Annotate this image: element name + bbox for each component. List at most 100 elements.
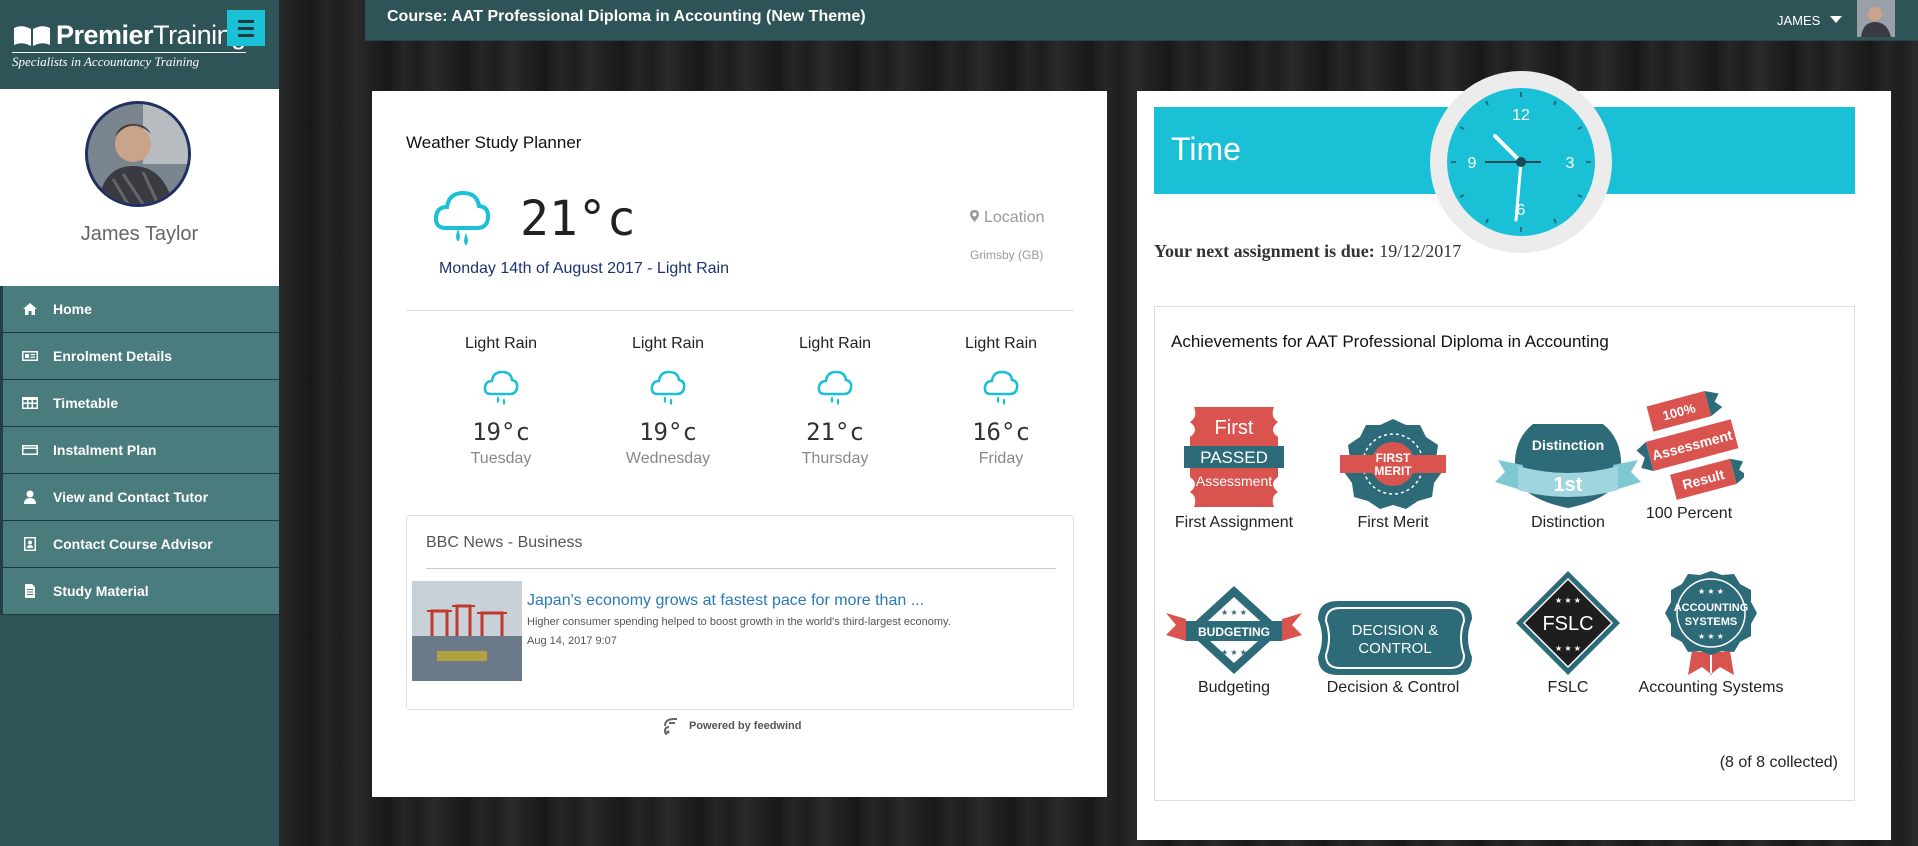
profile-name: James Taylor bbox=[80, 223, 199, 245]
id-card-icon bbox=[21, 349, 39, 363]
news-widget: BBC News - Business Japan's economy grow… bbox=[406, 515, 1074, 710]
badge-art-text: SYSTEMS bbox=[1685, 616, 1738, 628]
document-icon bbox=[21, 584, 39, 598]
badge-100-percent[interactable]: 100% Assessment Result 100 Percent bbox=[1614, 385, 1764, 523]
forecast-condition: Light Rain bbox=[631, 335, 705, 352]
forecast-condition: Light Rain bbox=[464, 335, 538, 352]
feedwind-icon bbox=[663, 718, 677, 735]
badge-label: Budgeting bbox=[1197, 679, 1271, 696]
badge-first-merit[interactable]: FIRST MERIT First Merit bbox=[1318, 417, 1468, 532]
decision-control-badge-icon: DECISION & CONTROL bbox=[1318, 601, 1472, 675]
weather-title: Weather Study Planner bbox=[406, 133, 582, 152]
svg-text:★ ★ ★: ★ ★ ★ bbox=[1221, 608, 1247, 617]
home-icon bbox=[21, 302, 39, 316]
sidebar-item-label: Home bbox=[53, 301, 92, 317]
rain-cloud-icon bbox=[483, 370, 519, 406]
divider bbox=[406, 310, 1074, 311]
100-percent-badge-icon: 100% Assessment Result bbox=[1636, 391, 1744, 500]
badge-accounting-systems[interactable]: ★ ★ ★ ACCOUNTING SYSTEMS ★ ★ ★ Accountin… bbox=[1636, 569, 1786, 697]
badge-art-text: ACCOUNTING bbox=[1674, 602, 1749, 614]
badge-label: Decision & Control bbox=[1326, 679, 1460, 696]
badge-decision-control[interactable]: DECISION & CONTROL Decision & Control bbox=[1318, 599, 1472, 697]
sidebar-item-label: Timetable bbox=[53, 395, 119, 411]
map-pin-icon bbox=[970, 210, 979, 222]
badge-art-text: First bbox=[1215, 417, 1254, 439]
badge-art-text: Assessment bbox=[1196, 473, 1272, 489]
brand-name-bold: Premier bbox=[56, 20, 154, 50]
time-title: Time bbox=[1171, 131, 1241, 167]
achievements-count: (8 of 8 collected) bbox=[1719, 754, 1838, 771]
badge-fslc[interactable]: FSLC ★ ★ ★ ★ ★ ★ FSLC bbox=[1493, 569, 1643, 697]
logo-bar: Premier Training Specialists in Accountan… bbox=[0, 0, 279, 89]
forecast-day-name: Friday bbox=[978, 450, 1024, 467]
forecast-condition: Light Rain bbox=[964, 335, 1038, 352]
rain-cloud-icon bbox=[433, 190, 491, 246]
time-banner: Time 12 3 6 9 bbox=[1154, 71, 1855, 253]
weather-date: Monday 14th of August 2017 - Light Rain bbox=[439, 260, 729, 277]
badge-label: Accounting Systems bbox=[1638, 679, 1784, 696]
sidebar-item-label: Contact Course Advisor bbox=[53, 536, 213, 552]
badge-art-text: PASSED bbox=[1200, 448, 1268, 467]
avatar[interactable] bbox=[85, 101, 191, 207]
news-source: BBC News - Business bbox=[426, 534, 583, 551]
badge-label: First Merit bbox=[1357, 514, 1429, 531]
badge-art-text: BUDGETING bbox=[1198, 625, 1270, 639]
svg-text:★ ★ ★: ★ ★ ★ bbox=[1698, 587, 1724, 596]
user-menu-name[interactable]: JAMES bbox=[1777, 13, 1820, 28]
forecast-temperature: 19°c bbox=[472, 418, 530, 446]
badge-art-text: DECISION & bbox=[1352, 622, 1439, 639]
powered-by-text: Powered by feedwind bbox=[689, 720, 802, 732]
forecast-day-name: Wednesday bbox=[625, 450, 711, 467]
brand-logo[interactable]: Premier Training Specialists in Accountan… bbox=[12, 20, 246, 70]
divider bbox=[426, 568, 1056, 569]
first-merit-badge-icon: FIRST MERIT bbox=[1340, 419, 1446, 509]
rain-cloud-icon bbox=[817, 370, 853, 406]
rain-cloud-icon bbox=[650, 370, 686, 406]
news-timestamp: Aug 14, 2017 9:07 bbox=[527, 635, 617, 647]
badge-label: First Assignment bbox=[1174, 514, 1294, 531]
achievements-box: Achievements for AAT Professional Diplom… bbox=[1154, 306, 1855, 801]
svg-text:★ ★ ★: ★ ★ ★ bbox=[1698, 632, 1724, 641]
sidebar-item-label: Study Material bbox=[53, 583, 149, 599]
forecast-temperature: 21°c bbox=[806, 418, 864, 446]
course-title: Course: AAT Professional Diploma in Acco… bbox=[387, 8, 866, 25]
forecast-day-name: Thursday bbox=[801, 450, 869, 467]
sidebar-item-home[interactable]: Home bbox=[0, 286, 279, 333]
sidebar-item-label: Enrolment Details bbox=[53, 348, 173, 364]
forecast-temperature: 16°c bbox=[972, 418, 1030, 446]
badge-first-assignment[interactable]: First PASSED Assessment First Assignment bbox=[1159, 402, 1309, 532]
sidebar-nav: Home Enrolment Details Timetable Instalm… bbox=[0, 286, 279, 615]
sidebar-item-study-material[interactable]: Study Material bbox=[0, 568, 279, 615]
budgeting-badge-icon: BUDGETING ★ ★ ★ ★ ★ ★ bbox=[1166, 586, 1302, 674]
sidebar-item-label: Instalment Plan bbox=[53, 442, 157, 458]
clock-icon: 12 3 6 9 bbox=[1430, 71, 1612, 253]
badge-art-text: MERIT bbox=[1374, 464, 1412, 478]
location-button[interactable]: Location bbox=[970, 209, 1045, 227]
next-assignment-date: 19/12/2017 bbox=[1379, 241, 1462, 261]
sidebar-item-enrolment-details[interactable]: Enrolment Details bbox=[0, 333, 279, 380]
clock-number-9: 9 bbox=[1468, 155, 1477, 172]
menu-toggle-button[interactable] bbox=[227, 10, 265, 46]
sidebar-item-instalment-plan[interactable]: Instalment Plan bbox=[0, 427, 279, 474]
location-city: Grimsby (GB) bbox=[970, 248, 1044, 262]
news-thumbnail[interactable] bbox=[412, 581, 522, 681]
sidebar-item-timetable[interactable]: Timetable bbox=[0, 380, 279, 427]
header-avatar[interactable] bbox=[1857, 0, 1895, 37]
chevron-down-icon[interactable] bbox=[1830, 16, 1842, 23]
clock-number-12: 12 bbox=[1512, 107, 1530, 124]
achievements-title: Achievements for AAT Professional Diplom… bbox=[1171, 332, 1609, 351]
badge-budgeting[interactable]: BUDGETING ★ ★ ★ ★ ★ ★ Budgeting bbox=[1159, 583, 1309, 697]
next-assignment: Your next assignment is due: 19/12/2017 bbox=[1154, 241, 1461, 262]
weather-study-planner: Weather Study Planner 21°c Monday 14th o… bbox=[372, 91, 1107, 797]
sidebar-item-view-contact-tutor[interactable]: View and Contact Tutor bbox=[0, 474, 279, 521]
news-headline-link[interactable]: Japan's economy grows at fastest pace fo… bbox=[527, 592, 924, 610]
sidebar-item-contact-course-advisor[interactable]: Contact Course Advisor bbox=[0, 521, 279, 568]
sidebar-item-label: View and Contact Tutor bbox=[53, 489, 209, 505]
feedwind-credit-link[interactable]: Powered by feedwind bbox=[662, 716, 801, 736]
forecast-day: Light Rain 16°c Friday bbox=[941, 335, 1061, 468]
open-book-icon bbox=[14, 25, 50, 46]
accounting-systems-badge-icon: ★ ★ ★ ACCOUNTING SYSTEMS ★ ★ ★ bbox=[1665, 571, 1757, 675]
badge-label: 100 Percent bbox=[1645, 505, 1733, 522]
news-description: Higher consumer spending helped to boost… bbox=[527, 616, 951, 628]
next-assignment-label: Your next assignment is due: bbox=[1154, 241, 1375, 261]
